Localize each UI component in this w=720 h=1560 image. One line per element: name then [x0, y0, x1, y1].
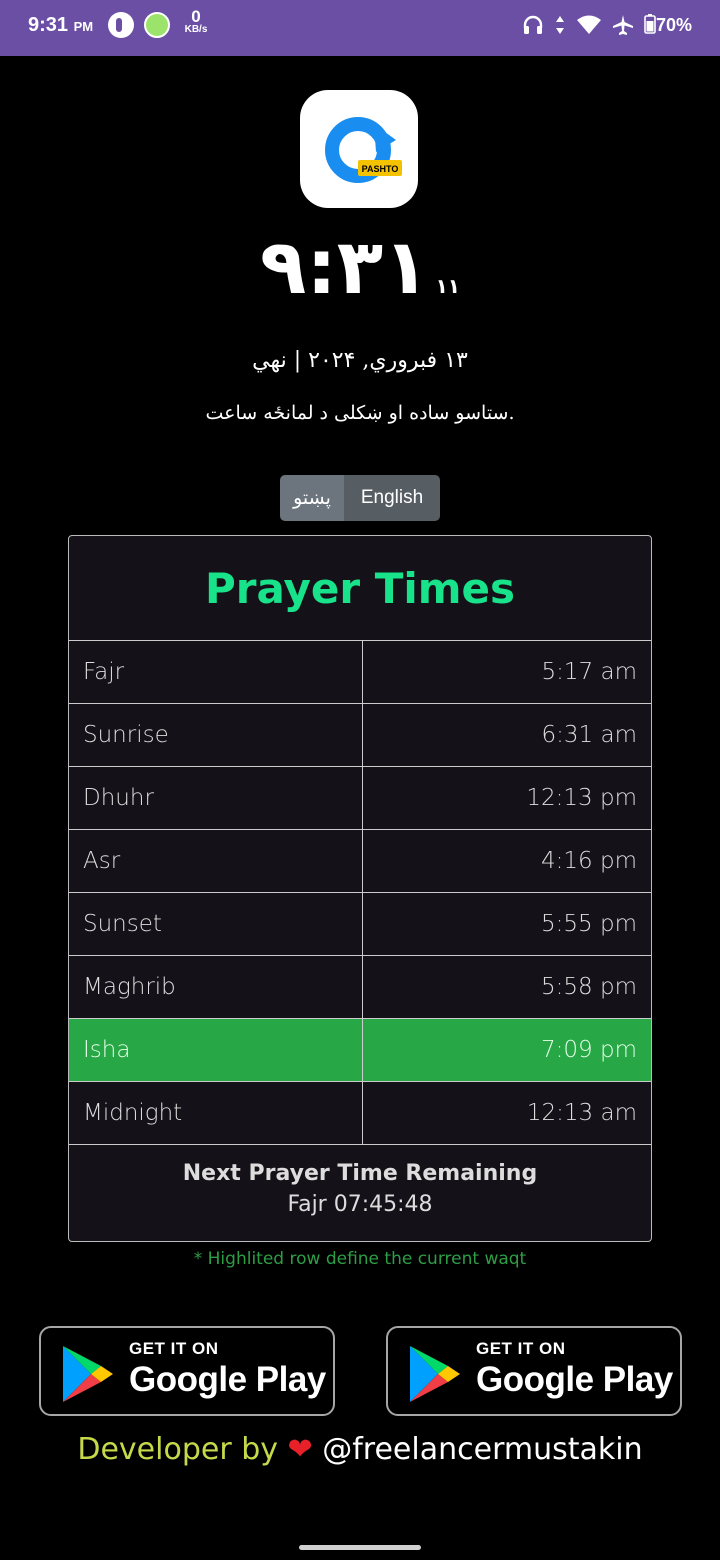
prayer-time: 5:58 pm: [541, 974, 637, 1000]
google-play-button-1[interactable]: GET IT ON Google Play: [39, 1326, 335, 1416]
status-ampm: PM: [73, 19, 94, 34]
next-prayer-countdown: Fajr 07:45:48: [287, 1192, 433, 1217]
prayer-name: Maghrib: [69, 956, 363, 1018]
status-icons: 70%: [522, 14, 692, 36]
status-bar: 9:31 PM 0 KB/s 70%: [0, 0, 720, 56]
prayer-row-sunset: Sunset 5:55 pm: [69, 893, 651, 956]
net-speed-value: 0: [191, 7, 201, 26]
headphones-icon: [523, 15, 543, 34]
prayer-time: 5:55 pm: [541, 911, 637, 937]
tagline-text: ستاسو ساده او ښکلی د لمانځه ساعت.: [205, 402, 515, 424]
prayer-name: Midnight: [69, 1082, 363, 1144]
net-speed-unit: KB/s: [184, 24, 208, 35]
prayer-row-fajr: Fajr 5:17 am: [69, 641, 651, 704]
prayer-name: Isha: [69, 1019, 363, 1081]
prayer-time: 5:17 am: [541, 659, 637, 685]
prayer-row-dhuhr: Dhuhr 12:13 pm: [69, 767, 651, 830]
prayer-times-card: Prayer Times Fajr 5:17 am Sunrise 6:31 a…: [68, 535, 652, 1242]
app-logo-icon: PASHTO: [325, 117, 402, 183]
status-time-value: 9:31: [28, 14, 69, 36]
battery-indicator: 70%: [644, 14, 692, 36]
notification-app-icon: [108, 12, 134, 38]
prayer-name: Asr: [69, 830, 363, 892]
app-logo: PASHTO: [300, 90, 418, 208]
battery-level: 70%: [655, 15, 692, 35]
prayer-time: 7:09 pm: [541, 1037, 637, 1063]
prayer-name: Sunset: [69, 893, 363, 955]
next-prayer-title: Next Prayer Time Remaining: [182, 1161, 538, 1186]
data-transfer-icon: [555, 16, 564, 34]
highlight-note: * Highlited row define the current waqt: [193, 1249, 527, 1269]
prayer-time: 12:13 pm: [526, 785, 637, 811]
battery-icon: [644, 14, 656, 34]
google-play-icon: [410, 1346, 460, 1402]
next-prayer-section: Next Prayer Time Remaining Fajr 07:45:48: [69, 1145, 651, 1217]
developer-label: Developer by: [77, 1432, 278, 1467]
prayer-time: 6:31 am: [541, 722, 637, 748]
digital-clock: ٩:٣١ ١١: [0, 222, 720, 311]
developer-handle-link[interactable]: @freelancermustakin: [322, 1432, 642, 1467]
clock-seconds: ١١: [435, 274, 460, 298]
store-small-text: GET IT ON: [129, 1339, 219, 1358]
prayer-times-title: Prayer Times: [69, 536, 651, 641]
prayer-row-isha-current: Isha 7:09 pm: [69, 1019, 651, 1082]
store-big-text: Google Play: [476, 1360, 673, 1399]
net-speed-indicator: 0 KB/s: [180, 8, 212, 35]
status-time: 9:31 PM: [28, 14, 93, 37]
date-text: ١٣ فبروري, ٢٠٢۴ | نهي: [252, 348, 468, 373]
airplane-mode-icon: [612, 15, 633, 35]
google-play-button-2[interactable]: GET IT ON Google Play: [386, 1326, 682, 1416]
prayer-time: 12:13 am: [526, 1100, 637, 1126]
google-play-icon: [63, 1346, 113, 1402]
clock-time: ٩:٣١: [260, 222, 430, 311]
heart-icon: ❤: [287, 1432, 313, 1467]
store-small-text: GET IT ON: [476, 1339, 566, 1358]
prayer-row-midnight: Midnight 12:13 am: [69, 1082, 651, 1145]
prayer-name: Dhuhr: [69, 767, 363, 829]
notification-badge-icon: [144, 12, 170, 38]
home-indicator[interactable]: [299, 1545, 421, 1550]
prayer-time: 4:16 pm: [541, 848, 637, 874]
prayer-row-asr: Asr 4:16 pm: [69, 830, 651, 893]
language-english-button[interactable]: English: [344, 475, 440, 521]
prayer-name: Fajr: [69, 641, 363, 703]
language-switch: پښتو English: [280, 475, 440, 521]
wifi-icon: [576, 15, 601, 34]
store-big-text: Google Play: [129, 1360, 326, 1399]
prayer-name: Sunrise: [69, 704, 363, 766]
prayer-row-maghrib: Maghrib 5:58 pm: [69, 956, 651, 1019]
language-pashto-button[interactable]: پښتو: [280, 475, 344, 521]
app-logo-badge: PASHTO: [362, 164, 399, 174]
developer-credit: Developer by ❤ @freelancermustakin: [0, 1432, 720, 1467]
prayer-row-sunrise: Sunrise 6:31 am: [69, 704, 651, 767]
